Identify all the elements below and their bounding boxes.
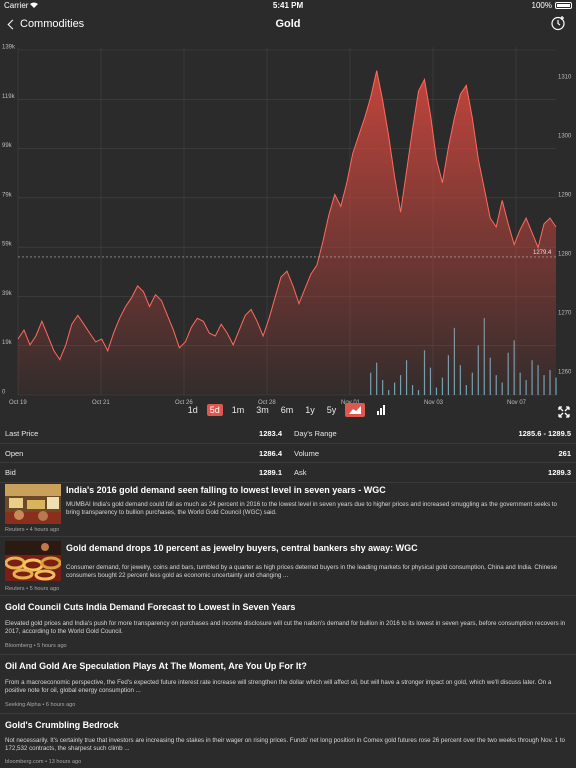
status-bar: Carrier 5:41 PM 100% xyxy=(0,0,576,12)
news-title: Gold's Crumbling Bedrock xyxy=(5,720,119,730)
price-tick-label: 1280 xyxy=(558,251,572,257)
range-button-1d[interactable]: 1d xyxy=(185,404,201,416)
stat-row: Open 1286.4 Volume 261 xyxy=(0,444,576,463)
news-summary: MUMBAI India's gold demand could fall as… xyxy=(66,501,557,516)
volume-tick-label: 139k xyxy=(2,45,16,51)
news-summary: Not necessarily. It's certainly true tha… xyxy=(5,737,565,752)
page-title: Gold xyxy=(275,18,301,30)
open-value: 1286.4 xyxy=(259,448,282,458)
range-selector: 1d 5d 1m 3m 6m 1y 5y xyxy=(0,403,576,421)
days-range-label: Day's Range xyxy=(294,429,337,438)
price-chart-svg: 139k119k99k79k59k39k19k0Oct 19 Oct 21 Oct … xyxy=(2,45,572,407)
open-label: Open xyxy=(5,448,24,458)
volume-tick-label: 39k xyxy=(2,291,13,297)
volume-tick-label: 59k xyxy=(2,242,13,248)
volume-label: Volume xyxy=(294,448,320,458)
stat-row: Bid 1289.1 Ask 1289.3 xyxy=(0,463,576,483)
news-item[interactable]: India's 2016 gold demand seen falling to… xyxy=(0,482,576,537)
news-title: India's 2016 gold demand seen falling to… xyxy=(66,485,386,495)
area-chart-toggle-icon[interactable] xyxy=(345,403,366,417)
price-tick-label: 1310 xyxy=(558,74,572,80)
bid-value: 1289.1 xyxy=(259,468,282,477)
last-price-value: 1283.4 xyxy=(259,429,282,438)
range-button-5y[interactable]: 5y xyxy=(324,404,340,416)
price-area xyxy=(18,70,556,395)
ask-value: 1289.3 xyxy=(548,468,571,477)
range-button-1m[interactable]: 1m xyxy=(229,404,248,416)
volume-value: 261 xyxy=(558,448,571,458)
volume-tick-label: 0 xyxy=(2,390,6,396)
news-title: Gold Council Cuts India Demand Forecast … xyxy=(5,602,296,612)
volume-tick-label: 79k xyxy=(2,192,13,198)
volume-tick-label: 119k xyxy=(2,94,16,100)
range-button-3m[interactable]: 3m xyxy=(253,404,272,416)
stat-row: Last Price 1283.4 Day's Range 1285.6 - 1… xyxy=(0,424,576,444)
news-title: Oil And Gold Are Speculation Plays At Th… xyxy=(5,661,307,671)
range-button-6m[interactable]: 6m xyxy=(278,404,297,416)
news-meta: bloomberg.com • 13 hours ago xyxy=(5,759,82,765)
news-title: Gold demand drops 10 percent as jewelry … xyxy=(66,543,418,553)
news-thumbnail-gold-bangles xyxy=(5,541,61,581)
news-meta: Bloomberg • 5 hours ago xyxy=(5,643,67,649)
news-item[interactable]: Gold Council Cuts India Demand Forecast … xyxy=(0,596,576,655)
news-item[interactable]: Oil And Gold Are Speculation Plays At Th… xyxy=(0,655,576,714)
quote-stats: Last Price 1283.4 Day's Range 1285.6 - 1… xyxy=(0,424,576,483)
battery-percent: 100% xyxy=(531,1,552,10)
volume-tick-label: 19k xyxy=(2,340,13,346)
volume-toggle-icon[interactable] xyxy=(371,403,391,417)
price-tick-label: 1260 xyxy=(558,369,572,375)
price-tick-label: 1300 xyxy=(558,133,572,139)
news-meta: Seeking Alpha • 6 hours ago xyxy=(5,702,76,708)
news-thumbnail-jewelry-shop xyxy=(5,484,61,524)
price-alert-clock-icon[interactable] xyxy=(550,15,566,31)
bid-label: Bid xyxy=(5,468,16,477)
news-meta: Reuters • 5 hours ago xyxy=(5,586,60,592)
news-list: India's 2016 gold demand seen falling to… xyxy=(0,482,576,768)
ask-label: Ask xyxy=(294,468,307,477)
news-summary: Consumer demand, for jewelry, coins and … xyxy=(66,564,558,579)
range-buttons: 1d 5d 1m 3m 6m 1y 5y xyxy=(0,403,576,417)
last-price-label: Last Price xyxy=(5,429,39,438)
price-tick-label: 1270 xyxy=(558,310,572,316)
range-button-5d[interactable]: 5d xyxy=(206,404,223,416)
volume-tick-label: 99k xyxy=(2,143,13,149)
news-item[interactable]: Gold demand drops 10 percent as jewelry … xyxy=(0,537,576,596)
news-summary: Elevated gold prices and India's push fo… xyxy=(5,620,566,635)
fullscreen-expand-icon[interactable] xyxy=(558,406,570,418)
news-meta: Reuters • 4 hours ago xyxy=(5,527,60,533)
clock: 5:41 PM xyxy=(272,1,304,10)
price-tick-label: 1290 xyxy=(558,192,572,198)
days-range-value: 1285.6 - 1289.5 xyxy=(518,429,571,438)
price-chart[interactable]: 139k 119k 99k 79k 59k 39k 19k 0 Oct 19 Oct 21 Oct … xyxy=(0,37,576,409)
news-item[interactable]: Gold's Crumbling Bedrock Not necessarily… xyxy=(0,714,576,768)
range-button-1y[interactable]: 1y xyxy=(302,404,318,416)
current-price-label: 1279.4 xyxy=(533,250,552,256)
nav-bar: Commodities Gold xyxy=(0,12,576,36)
news-summary: From a macroeconomic perspective, the Fe… xyxy=(5,679,552,694)
battery-icon xyxy=(555,2,572,9)
